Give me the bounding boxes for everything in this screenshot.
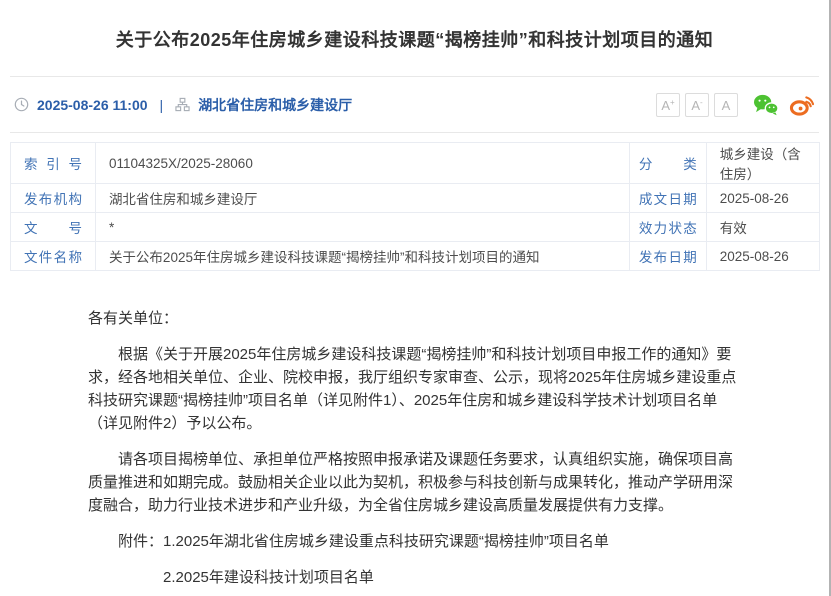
doc-title-value: 关于公布2025年住房城乡建设科技课题“揭榜挂帅”和科技计划项目的通知 — [95, 242, 629, 271]
meta-bar: 2025-08-26 11:00 | 湖北省住房和城乡建设厅 A+ A- A — [0, 77, 829, 132]
page-title: 关于公布2025年住房城乡建设科技课题“揭榜挂帅”和科技计划项目的通知 — [0, 0, 829, 54]
index-number-label: 索引号 — [11, 143, 96, 184]
font-decrease-button[interactable]: A- — [685, 93, 709, 117]
issuing-agency-label: 发布机构 — [11, 184, 96, 213]
meta-tools: A+ A- A — [651, 93, 815, 117]
table-row: 文件名称 关于公布2025年住房城乡建设科技课题“揭榜挂帅”和科技计划项目的通知… — [11, 242, 820, 271]
index-number-value: 01104325X/2025-28060 — [95, 143, 629, 184]
written-date-label: 成文日期 — [629, 184, 706, 213]
attachments-label: 附件： — [118, 533, 163, 550]
attachment-item-1: 1.2025年湖北省住房城乡建设重点科技研究课题“揭榜挂帅”项目名单 — [163, 533, 609, 550]
meta-separator: | — [156, 97, 168, 113]
category-value: 城乡建设（含住房） — [706, 143, 819, 184]
font-reset-button[interactable]: A — [714, 93, 738, 117]
clock-icon — [14, 97, 29, 112]
meta-info: 2025-08-26 11:00 | 湖北省住房和城乡建设厅 — [14, 95, 352, 115]
organization-icon — [175, 97, 190, 112]
paragraph: 请各项目揭榜单位、承担单位严格按照申报承诺及课题任务要求，认真组织实施，确保项目… — [88, 448, 743, 517]
paragraph: 根据《关于开展2025年住房城乡建设科技课题“揭榜挂帅”和科技计划项目申报工作的… — [88, 343, 743, 435]
font-increase-button[interactable]: A+ — [656, 93, 680, 117]
table-row: 索引号 01104325X/2025-28060 分类 城乡建设（含住房） — [11, 143, 820, 184]
document-info-table: 索引号 01104325X/2025-28060 分类 城乡建设（含住房） 发布… — [10, 142, 820, 271]
table-row: 文号 * 效力状态 有效 — [11, 213, 820, 242]
divider — [10, 132, 819, 133]
publish-date-label: 发布日期 — [629, 242, 706, 271]
weibo-share-icon[interactable] — [789, 93, 815, 116]
validity-status-label: 效力状态 — [629, 213, 706, 242]
publisher-link[interactable]: 湖北省住房和城乡建设厅 — [198, 95, 352, 115]
issuing-agency-value: 湖北省住房和城乡建设厅 — [95, 184, 629, 213]
doc-number-value: * — [95, 213, 629, 242]
validity-status-value: 有效 — [706, 213, 819, 242]
category-label: 分类 — [629, 143, 706, 184]
notice-page: 关于公布2025年住房城乡建设科技课题“揭榜挂帅”和科技计划项目的通知 2025… — [0, 0, 831, 596]
publish-date-value: 2025-08-26 — [706, 242, 819, 271]
doc-title-label: 文件名称 — [11, 242, 96, 271]
table-row: 发布机构 湖北省住房和城乡建设厅 成文日期 2025-08-26 — [11, 184, 820, 213]
publish-datetime: 2025-08-26 11:00 — [37, 97, 148, 113]
document-body: 各有关单位： 根据《关于开展2025年住房城乡建设科技课题“揭榜挂帅”和科技计划… — [0, 271, 829, 596]
wechat-share-icon[interactable] — [752, 93, 779, 116]
salutation: 各有关单位： — [88, 307, 743, 330]
doc-number-label: 文号 — [11, 213, 96, 242]
written-date-value: 2025-08-26 — [706, 184, 819, 213]
attachment-item-2: 2.2025年建设科技计划项目名单 — [88, 566, 743, 589]
attachment-line-1: 附件：1.2025年湖北省住房城乡建设重点科技研究课题“揭榜挂帅”项目名单 — [88, 530, 743, 553]
